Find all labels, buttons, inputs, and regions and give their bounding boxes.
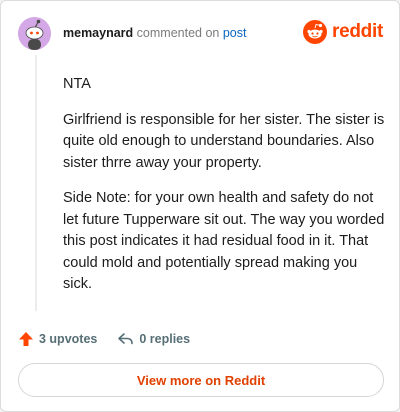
reddit-alien-icon [303,20,328,44]
comment-body: NTA Girlfriend is responsible for her si… [63,74,385,310]
thread-line [35,55,37,311]
view-more-button[interactable]: View more on Reddit [18,363,384,397]
reply-count: 0 replies [139,332,191,346]
username[interactable]: memaynard [63,26,133,40]
post-link[interactable]: post [223,26,247,40]
upvote-arrow-icon [19,332,33,346]
comment-paragraph: Side Note: for your own health and safet… [63,190,385,292]
comment-header: memaynard commented on post [63,26,246,40]
upvote-count: 3 upvotes [39,332,98,346]
reddit-logo[interactable]: reddit [303,20,383,44]
embedded-comment-card: memaynard commented on post reddit NTA G… [0,0,400,412]
comment-paragraph: Girlfriend is responsible for her sister… [63,111,385,171]
snoo-avatar-icon [18,17,51,50]
reply-button[interactable]: 0 replies [117,331,190,347]
comment-paragraph: NTA [63,76,91,92]
comment-actions: 3 upvotes 0 replies [18,331,190,347]
reply-arrow-icon [118,333,134,345]
avatar[interactable] [18,17,51,50]
reddit-wordmark: reddit [332,21,383,42]
upvote-button[interactable]: 3 upvotes [18,331,97,347]
commented-on-text: commented on [136,26,220,40]
